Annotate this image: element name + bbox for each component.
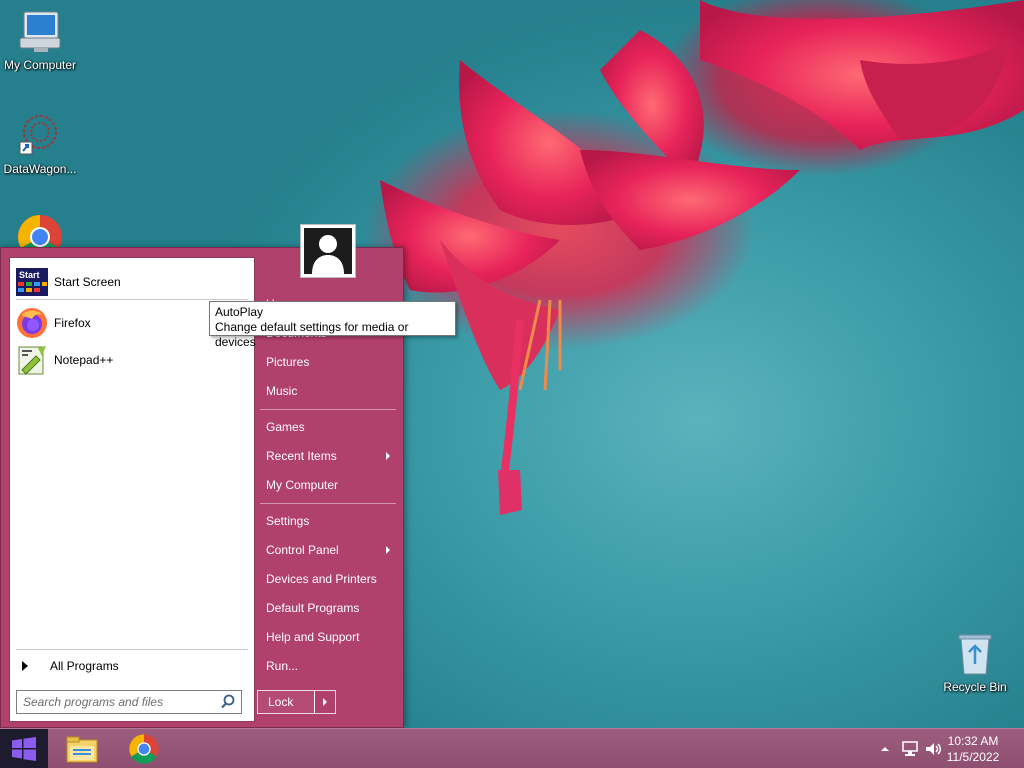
start-button[interactable] [0,729,48,768]
start-right-default-programs[interactable]: Default Programs [258,595,396,621]
start-right-recent-items[interactable]: Recent Items [258,443,396,469]
right-item-label: Default Programs [266,601,360,615]
pinned-item-label: Firefox [54,316,91,330]
desktop-icon-label: My Computer [3,58,77,72]
all-programs-label: All Programs [50,659,119,673]
desktop-icon-recycle-bin[interactable]: Recycle Bin [935,630,1015,694]
start-right-music[interactable]: Music [258,378,396,404]
submenu-arrow-icon [386,546,390,554]
lock-button[interactable]: Lock [257,690,315,714]
network-icon[interactable] [901,740,919,758]
pinned-item-start-screen[interactable]: Start Start Screen [14,264,250,300]
clock-time: 10:32 AM [947,734,999,748]
start-right-control-panel[interactable]: Control Panel [258,537,396,563]
all-programs-button[interactable]: All Programs [16,654,248,678]
firefox-icon [16,307,48,339]
start-screen-icon-text: Start [19,270,40,280]
right-item-label: My Computer [266,478,339,492]
start-right-my-computer[interactable]: My Computer [258,472,396,498]
user-avatar-icon [304,228,352,274]
start-screen-icon: Start [16,266,48,298]
right-item-label: Settings [266,514,310,528]
desktop-icon-datawagon[interactable]: DataWagon... [0,112,80,176]
taskbar-file-explorer[interactable] [52,731,112,767]
tooltip-description: Change default settings for media or dev… [215,320,409,349]
system-tray: 10:32 AM 11/5/2022 [864,729,1024,768]
pinned-item-label: Notepad++ [54,353,114,367]
right-item-label: Control Panel [266,543,339,557]
windows-logo-icon [12,737,36,761]
right-separator [260,409,396,410]
datawagon-shortcut-icon [16,112,64,160]
desktop-icon-my-computer[interactable]: My Computer [0,8,80,72]
start-right-pictures[interactable]: Pictures [258,349,396,375]
autoplay-tooltip: AutoPlay Change default settings for med… [209,301,456,349]
chrome-icon [129,734,159,764]
notepad-plus-plus-icon [16,344,48,376]
right-item-label: Run... [266,659,299,673]
start-search-box[interactable] [16,690,242,714]
clock-date: 11/5/2022 [946,750,1000,764]
shutdown-options-button[interactable] [314,690,336,714]
recycle-bin-icon [951,630,999,678]
lock-button-label: Lock [268,695,294,709]
desktop-icon-label: Recycle Bin [943,680,1007,694]
submenu-arrow-icon [386,452,390,460]
right-item-label: Pictures [266,355,310,369]
start-right-games[interactable]: Games [258,414,396,440]
right-item-label: Music [266,384,298,398]
taskbar-clock[interactable]: 10:32 AM 11/5/2022 [938,733,1008,765]
start-right-settings[interactable]: Settings [258,508,396,534]
chevron-right-icon [323,698,327,706]
right-item-label: Games [266,420,305,434]
right-item-label: Devices and Printers [266,572,377,586]
show-hidden-icons-icon[interactable] [880,744,890,754]
right-item-label: Recent Items [266,449,337,463]
start-right-help-and-support[interactable]: Help and Support [258,624,396,650]
taskbar-chrome[interactable] [114,731,174,767]
start-right-run[interactable]: Run... [258,653,396,679]
file-explorer-icon [66,736,98,763]
pinned-item-label: Start Screen [54,275,121,289]
computer-icon [16,8,64,56]
all-programs-separator [16,649,248,650]
pinned-separator [16,299,248,300]
search-icon[interactable] [220,694,236,710]
all-programs-arrow-icon [22,661,28,671]
desktop-icon-label: DataWagon... [3,162,77,176]
start-search-input[interactable] [17,692,220,712]
user-account-picture[interactable] [300,224,356,278]
right-item-label: Help and Support [266,630,360,644]
tooltip-title: AutoPlay [215,305,264,319]
taskbar: 10:32 AM 11/5/2022 [0,728,1024,768]
start-right-devices-and-printers[interactable]: Devices and Printers [258,566,396,592]
right-separator [260,503,396,504]
